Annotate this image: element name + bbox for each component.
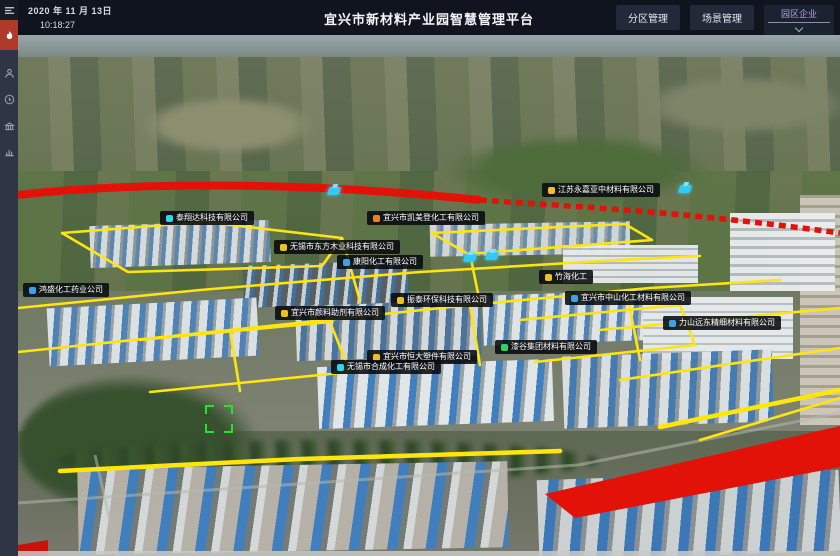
company-icon bbox=[373, 215, 380, 222]
company-label-text: 泰翔达科技有限公司 bbox=[176, 214, 248, 222]
company-label-text: 无锡市东方木业科技有限公司 bbox=[290, 243, 394, 251]
company-label[interactable]: 鸿盛化工药业公司 bbox=[23, 283, 109, 297]
company-label-text: 宜兴市中山化工材料有限公司 bbox=[581, 294, 685, 302]
company-label[interactable]: 泰翔达科技有限公司 bbox=[160, 211, 254, 225]
menu-toggle-button[interactable] bbox=[0, 0, 18, 20]
map-bottom-edge bbox=[18, 551, 840, 556]
zone-management-button[interactable]: 分区管理 bbox=[616, 5, 680, 30]
left-sidebar bbox=[0, 0, 18, 556]
company-label[interactable]: 力山远东精细材料有限公司 bbox=[663, 316, 781, 330]
company-label[interactable]: 无锡市东方木业科技有限公司 bbox=[274, 240, 400, 254]
company-icon bbox=[29, 287, 36, 294]
chevron-down-icon bbox=[795, 24, 803, 32]
sidebar-item-factory[interactable] bbox=[0, 112, 18, 138]
person-icon bbox=[4, 68, 15, 79]
sidebar-item-power[interactable] bbox=[0, 86, 18, 112]
stats-icon bbox=[4, 146, 15, 157]
company-icon bbox=[548, 187, 555, 194]
company-label-text: 无锡市合成化工有限公司 bbox=[347, 363, 435, 371]
company-label-text: 江苏永嘉亚中材料有限公司 bbox=[558, 186, 654, 194]
map-3d-view[interactable]: 泰翔达科技有限公司 宜兴市凯美登化工有限公司 无锡市东方木业科技有限公司 康阳化… bbox=[18, 35, 840, 556]
company-label-text: 宜兴市凯美登化工有限公司 bbox=[383, 214, 479, 222]
power-icon bbox=[4, 94, 15, 105]
sidebar-item-personnel[interactable] bbox=[0, 60, 18, 86]
company-icon bbox=[571, 295, 578, 302]
app-window: 2020 年 11 月 13日 10:18:27 宜兴市新材料产业园智慧管理平台… bbox=[0, 0, 840, 556]
company-label[interactable]: 宜兴市中山化工材料有限公司 bbox=[565, 291, 691, 305]
company-label-text: 宜兴市颜料助剂有限公司 bbox=[291, 309, 379, 317]
dropdown-label: 园区企业 bbox=[768, 7, 830, 23]
company-label-text: 竹海化工 bbox=[555, 273, 587, 281]
company-label-text: 漆谷集团材料有限公司 bbox=[511, 343, 591, 351]
fire-icon bbox=[4, 30, 15, 41]
company-icon bbox=[337, 364, 344, 371]
sidebar-item-statistics[interactable] bbox=[0, 138, 18, 164]
company-label-text: 力山远东精细材料有限公司 bbox=[679, 319, 775, 327]
company-icon bbox=[280, 244, 287, 251]
factory-icon bbox=[4, 120, 15, 131]
company-label[interactable]: 振泰环保科技有限公司 bbox=[391, 293, 493, 307]
company-label[interactable]: 竹海化工 bbox=[539, 270, 593, 284]
company-icon bbox=[343, 259, 350, 266]
company-icon bbox=[545, 274, 552, 281]
scene-management-button[interactable]: 场景管理 bbox=[690, 5, 754, 30]
company-label[interactable]: 漆谷集团材料有限公司 bbox=[495, 340, 597, 354]
sidebar-item-fire-active[interactable] bbox=[0, 20, 18, 50]
top-header: 2020 年 11 月 13日 10:18:27 宜兴市新材料产业园智慧管理平台… bbox=[18, 0, 840, 35]
company-label[interactable]: 无锡市合成化工有限公司 bbox=[331, 360, 441, 374]
company-icon bbox=[281, 310, 288, 317]
park-enterprise-dropdown[interactable]: 园区企业 bbox=[764, 5, 834, 35]
company-icon bbox=[501, 344, 508, 351]
company-icon bbox=[166, 215, 173, 222]
company-label[interactable]: 江苏永嘉亚中材料有限公司 bbox=[542, 183, 660, 197]
company-label-text: 鸿盛化工药业公司 bbox=[39, 286, 103, 294]
company-label[interactable]: 宜兴市凯美登化工有限公司 bbox=[367, 211, 485, 225]
selection-target-reticle bbox=[205, 405, 233, 433]
menu-icon bbox=[4, 5, 15, 16]
company-icon bbox=[669, 320, 676, 327]
company-label-text: 振泰环保科技有限公司 bbox=[407, 296, 487, 304]
company-label[interactable]: 宜兴市颜料助剂有限公司 bbox=[275, 306, 385, 320]
company-label-text: 康阳化工有限公司 bbox=[353, 258, 417, 266]
company-label[interactable]: 康阳化工有限公司 bbox=[337, 255, 423, 269]
company-icon bbox=[397, 297, 404, 304]
